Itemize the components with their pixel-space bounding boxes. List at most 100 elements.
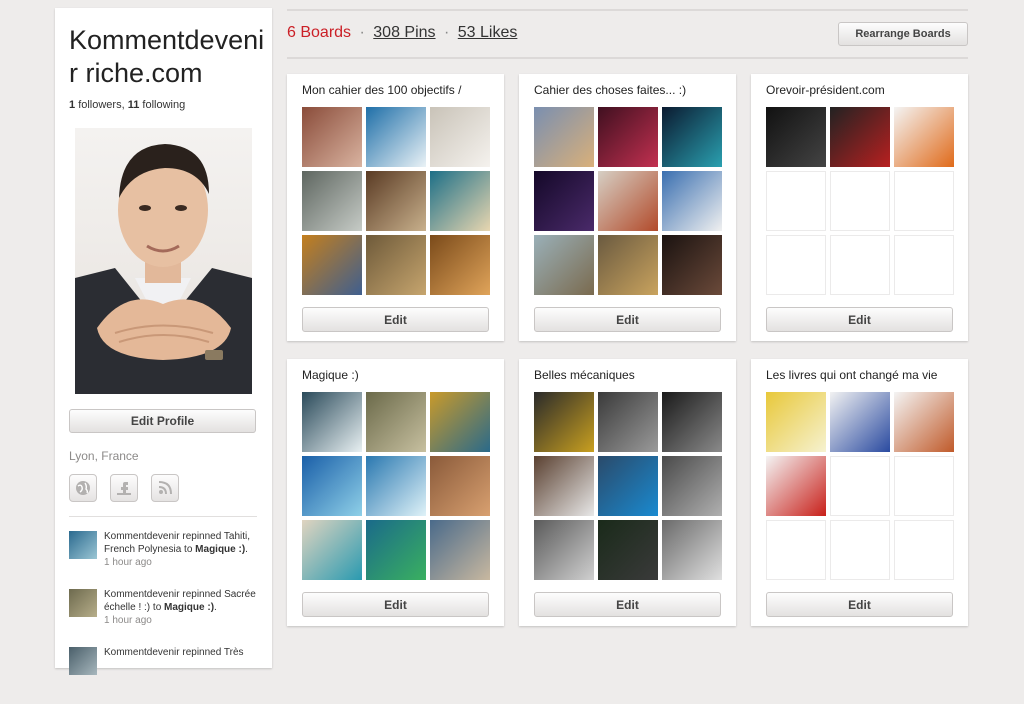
facebook-icon[interactable]	[110, 474, 138, 502]
pin-thumbnail[interactable]	[430, 171, 490, 231]
following-label[interactable]: following	[142, 99, 185, 111]
profile-name: Kommentdevenir riche.com	[69, 25, 265, 88]
pin-thumbnail[interactable]	[302, 171, 362, 231]
followers-count[interactable]: 1	[69, 99, 75, 111]
pin-thumbnail[interactable]	[534, 235, 594, 295]
board-title[interactable]: Magique :)	[302, 368, 498, 382]
pin-thumbnail[interactable]	[894, 107, 954, 167]
board-card[interactable]: Cahier des choses faites... :) Edit	[519, 74, 736, 341]
board-title[interactable]: Les livres qui ont changé ma vie	[766, 368, 962, 382]
pin-thumbnail[interactable]	[430, 520, 490, 580]
pin-thumbnail[interactable]	[534, 392, 594, 452]
board-pin-grid	[766, 392, 956, 580]
board-edit-button[interactable]: Edit	[534, 307, 721, 332]
activity-timestamp: 1 hour ago	[104, 557, 152, 568]
pin-thumbnail[interactable]	[430, 107, 490, 167]
pin-thumbnail[interactable]	[830, 107, 890, 167]
pin-thumbnail[interactable]	[534, 107, 594, 167]
empty-pin-slot	[766, 235, 826, 295]
edit-profile-button[interactable]: Edit Profile	[69, 409, 256, 433]
activity-item[interactable]: Kommentdevenir repinned Tahiti, French P…	[69, 530, 265, 588]
pin-thumbnail[interactable]	[366, 520, 426, 580]
facebook-glyph	[117, 482, 131, 495]
pin-thumbnail[interactable]	[302, 392, 362, 452]
pin-thumbnail[interactable]	[662, 171, 722, 231]
pin-thumbnail[interactable]	[430, 392, 490, 452]
empty-pin-slot	[894, 456, 954, 516]
pin-thumbnail[interactable]	[662, 520, 722, 580]
activity-thumbnail[interactable]	[69, 531, 97, 559]
pin-thumbnail[interactable]	[534, 171, 594, 231]
pin-thumbnail[interactable]	[366, 107, 426, 167]
board-title[interactable]: Cahier des choses faites... :)	[534, 83, 730, 97]
pin-thumbnail[interactable]	[598, 456, 658, 516]
board-edit-button[interactable]: Edit	[534, 592, 721, 617]
pin-thumbnail[interactable]	[302, 235, 362, 295]
activity-board-link[interactable]: Magique :)	[195, 544, 245, 555]
board-edit-button[interactable]: Edit	[766, 592, 953, 617]
empty-pin-slot	[894, 235, 954, 295]
pin-thumbnail[interactable]	[766, 392, 826, 452]
pin-thumbnail[interactable]	[598, 392, 658, 452]
sidebar-divider	[69, 516, 257, 517]
board-pin-grid	[302, 107, 492, 295]
pin-thumbnail[interactable]	[430, 456, 490, 516]
pin-thumbnail[interactable]	[598, 171, 658, 231]
pin-thumbnail[interactable]	[598, 235, 658, 295]
board-edit-button[interactable]: Edit	[302, 592, 489, 617]
pin-thumbnail[interactable]	[534, 520, 594, 580]
empty-pin-slot	[766, 520, 826, 580]
board-card[interactable]: Mon cahier des 100 objectifs / Edit	[287, 74, 504, 341]
likes-count-link[interactable]: 53 Likes	[458, 24, 518, 41]
pin-thumbnail[interactable]	[430, 235, 490, 295]
pin-thumbnail[interactable]	[894, 392, 954, 452]
activity-suffix: .	[214, 602, 217, 613]
board-title[interactable]: Belles mécaniques	[534, 368, 730, 382]
pin-thumbnail[interactable]	[534, 456, 594, 516]
board-edit-button[interactable]: Edit	[766, 307, 953, 332]
pins-count-link[interactable]: 308 Pins	[373, 24, 435, 41]
activity-thumbnail[interactable]	[69, 589, 97, 617]
rss-icon[interactable]	[151, 474, 179, 502]
activity-board-link[interactable]: Magique :)	[164, 602, 214, 613]
rearrange-boards-button[interactable]: Rearrange Boards	[838, 22, 968, 46]
board-title[interactable]: Orevoir-président.com	[766, 83, 962, 97]
pin-thumbnail[interactable]	[766, 456, 826, 516]
social-links	[69, 474, 179, 502]
board-card[interactable]: Magique :) Edit	[287, 359, 504, 626]
globe-glyph	[76, 481, 90, 495]
pin-thumbnail[interactable]	[366, 235, 426, 295]
pin-thumbnail[interactable]	[598, 107, 658, 167]
pin-thumbnail[interactable]	[662, 107, 722, 167]
pin-thumbnail[interactable]	[598, 520, 658, 580]
board-card[interactable]: Belles mécaniques Edit	[519, 359, 736, 626]
board-pin-grid	[534, 392, 724, 580]
board-stats: 6 Boards · 308 Pins · 53 Likes	[287, 24, 517, 42]
pin-thumbnail[interactable]	[366, 456, 426, 516]
globe-icon[interactable]	[69, 474, 97, 502]
board-title[interactable]: Mon cahier des 100 objectifs /	[302, 83, 498, 97]
board-card[interactable]: Les livres qui ont changé ma vie Edit	[751, 359, 968, 626]
activity-item[interactable]: Kommentdevenir repinned Sacrée échelle !…	[69, 588, 265, 646]
pin-thumbnail[interactable]	[662, 456, 722, 516]
profile-location: Lyon, France	[69, 449, 139, 463]
profile-sidebar: Kommentdevenir riche.com 1 followers, 11…	[55, 8, 272, 675]
following-count[interactable]: 11	[128, 99, 140, 111]
pin-thumbnail[interactable]	[302, 107, 362, 167]
pin-thumbnail[interactable]	[366, 171, 426, 231]
pin-thumbnail[interactable]	[302, 520, 362, 580]
pin-thumbnail[interactable]	[766, 107, 826, 167]
followers-label[interactable]: followers,	[78, 99, 124, 111]
pin-thumbnail[interactable]	[662, 235, 722, 295]
pin-thumbnail[interactable]	[366, 392, 426, 452]
activity-text: Kommentdevenir repinned Tahiti, French P…	[104, 530, 264, 569]
boards-count-link[interactable]: 6 Boards	[287, 24, 351, 41]
board-pin-grid	[766, 107, 956, 295]
board-card[interactable]: Orevoir-président.com Edit	[751, 74, 968, 341]
activity-thumbnail[interactable]	[69, 647, 97, 675]
pin-thumbnail[interactable]	[302, 456, 362, 516]
header-rule-top	[287, 9, 968, 11]
pin-thumbnail[interactable]	[662, 392, 722, 452]
board-edit-button[interactable]: Edit	[302, 307, 489, 332]
pin-thumbnail[interactable]	[830, 392, 890, 452]
